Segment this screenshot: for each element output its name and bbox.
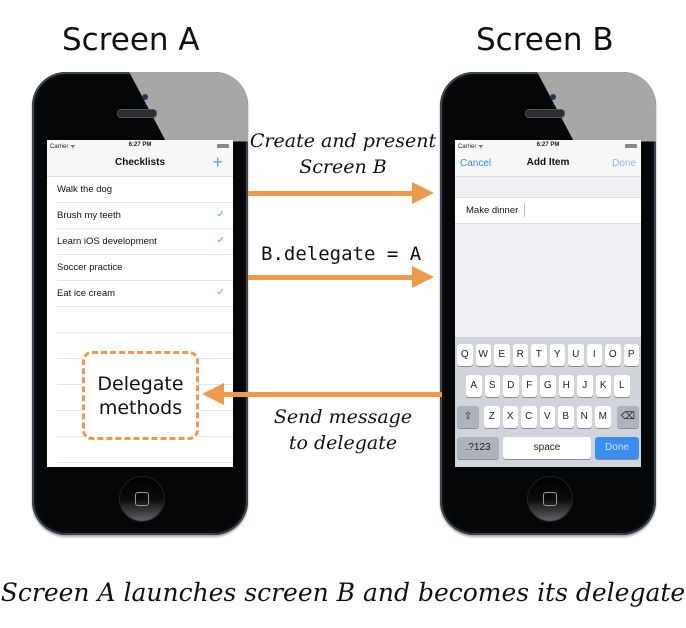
key-q[interactable]: Q <box>457 344 473 366</box>
create-present-label: Create and present Screen B <box>248 128 438 180</box>
home-square-icon <box>543 492 557 506</box>
screen-a-title: Screen A <box>62 22 200 58</box>
home-button[interactable] <box>528 477 572 521</box>
assign-arrow-shaft <box>248 275 416 280</box>
nav-bar: Checklists + <box>47 151 233 177</box>
label-line: to delegate <box>288 432 398 454</box>
camera-icon <box>550 94 556 100</box>
nav-title: Checklists <box>114 157 166 168</box>
checklist-item-label: Walk the dog <box>57 184 113 195</box>
key-g[interactable]: G <box>540 375 556 397</box>
key-n[interactable]: N <box>576 406 592 428</box>
battery-icon <box>625 144 637 148</box>
key-a[interactable]: A <box>466 375 482 397</box>
checkmark-icon: ✓ <box>216 209 225 220</box>
keyboard: Q W E R T Y U I O P A S D F G H J K L ⇧ Z X C V B N M ⌫ .?123 space Do… <box>455 337 641 467</box>
checklist-row[interactable]: Soccer practice <box>57 255 233 281</box>
label-line: Send message <box>273 406 413 428</box>
status-bar: Carrier ᯤ 6:27 PM <box>47 140 233 151</box>
key-b[interactable]: B <box>558 406 574 428</box>
key-c[interactable]: C <box>521 406 537 428</box>
phone-b: Carrier ᯤ 6:27 PM Cancel Add Item Done M… <box>440 72 656 535</box>
key-k[interactable]: K <box>595 375 611 397</box>
speaker-grille <box>525 109 565 118</box>
status-time: 6:27 PM <box>536 142 560 148</box>
delegate-box-line: methods <box>98 397 183 419</box>
home-square-icon <box>135 492 149 506</box>
key-t[interactable]: T <box>531 344 547 366</box>
create-arrow-shaft <box>248 191 416 196</box>
key-i[interactable]: I <box>586 344 602 366</box>
key-d[interactable]: D <box>503 375 519 397</box>
key-e[interactable]: E <box>494 344 510 366</box>
key-f[interactable]: F <box>521 375 537 397</box>
key-v[interactable]: V <box>539 406 555 428</box>
key-s[interactable]: S <box>484 375 500 397</box>
numbers-key[interactable]: .?123 <box>457 437 499 459</box>
checkmark-icon: ✓ <box>216 287 225 298</box>
key-m[interactable]: M <box>595 406 611 428</box>
text-field-value: Make dinner <box>466 205 519 216</box>
checklist-item-label: Learn iOS development <box>57 236 157 247</box>
checklist-item-label: Eat ice cream <box>57 288 116 299</box>
key-r[interactable]: R <box>512 344 528 366</box>
empty-row <box>57 307 233 333</box>
checkmark-icon: ✓ <box>216 235 225 246</box>
key-z[interactable]: Z <box>484 406 500 428</box>
label-line: Create and present <box>249 130 437 152</box>
arrow-right-icon <box>412 266 434 288</box>
status-time: 6:27 PM <box>128 142 152 148</box>
send-message-label: Send message to delegate <box>258 404 428 456</box>
nav-bar: Cancel Add Item Done <box>455 151 641 177</box>
checklist-item-label: Brush my teeth <box>57 210 121 221</box>
screen-b-display: Carrier ᯤ 6:27 PM Cancel Add Item Done M… <box>455 140 641 467</box>
key-y[interactable]: Y <box>549 344 565 366</box>
checklist-row[interactable]: Walk the dog <box>57 177 233 203</box>
delegate-box-line: Delegate <box>97 373 184 395</box>
status-bar: Carrier ᯤ 6:27 PM <box>455 140 641 151</box>
camera-icon <box>142 94 148 100</box>
screen-b-title: Screen B <box>476 22 614 58</box>
send-arrow-shaft <box>220 392 442 397</box>
text-caret <box>524 203 525 217</box>
delegate-methods-box: Delegate methods <box>82 351 199 440</box>
done-button[interactable]: Done <box>612 158 636 169</box>
checklist-row[interactable]: Brush my teeth ✓ <box>57 203 233 229</box>
battery-icon <box>217 144 229 148</box>
figure-caption: Screen A launches screen B and becomes i… <box>0 578 686 607</box>
item-text-field[interactable]: Make dinner <box>455 197 641 224</box>
label-line: Screen B <box>299 156 387 178</box>
checklist-row[interactable]: Learn iOS development ✓ <box>57 229 233 255</box>
key-h[interactable]: H <box>558 375 574 397</box>
key-p[interactable]: P <box>623 344 639 366</box>
key-j[interactable]: J <box>577 375 593 397</box>
checklist-item-label: Soccer practice <box>57 262 123 273</box>
checklist-table: Walk the dog Brush my teeth ✓ Learn iOS dev… <box>47 177 233 307</box>
arrow-left-icon <box>202 383 224 405</box>
delegate-assign-label: B.delegate = A <box>261 243 422 265</box>
arrow-right-icon <box>412 182 434 204</box>
keyboard-done-key[interactable]: Done <box>595 437 639 459</box>
backspace-key[interactable]: ⌫ <box>617 406 639 428</box>
space-key[interactable]: space <box>503 437 591 459</box>
empty-row <box>57 437 233 463</box>
key-w[interactable]: W <box>475 344 491 366</box>
checklist-row[interactable]: Eat ice cream ✓ <box>57 281 233 307</box>
grouped-background: Carrier ᯤ 6:27 PM Cancel Add Item Done M… <box>455 140 641 467</box>
phone-a: Carrier ᯤ 6:27 PM Checklists + Walk the … <box>32 72 248 535</box>
key-l[interactable]: L <box>614 375 630 397</box>
key-x[interactable]: X <box>502 406 518 428</box>
home-button[interactable] <box>120 477 164 521</box>
key-u[interactable]: U <box>568 344 584 366</box>
key-o[interactable]: O <box>605 344 621 366</box>
add-icon[interactable]: + <box>212 152 223 173</box>
speaker-grille <box>117 109 157 118</box>
shift-key[interactable]: ⇧ <box>457 406 479 428</box>
